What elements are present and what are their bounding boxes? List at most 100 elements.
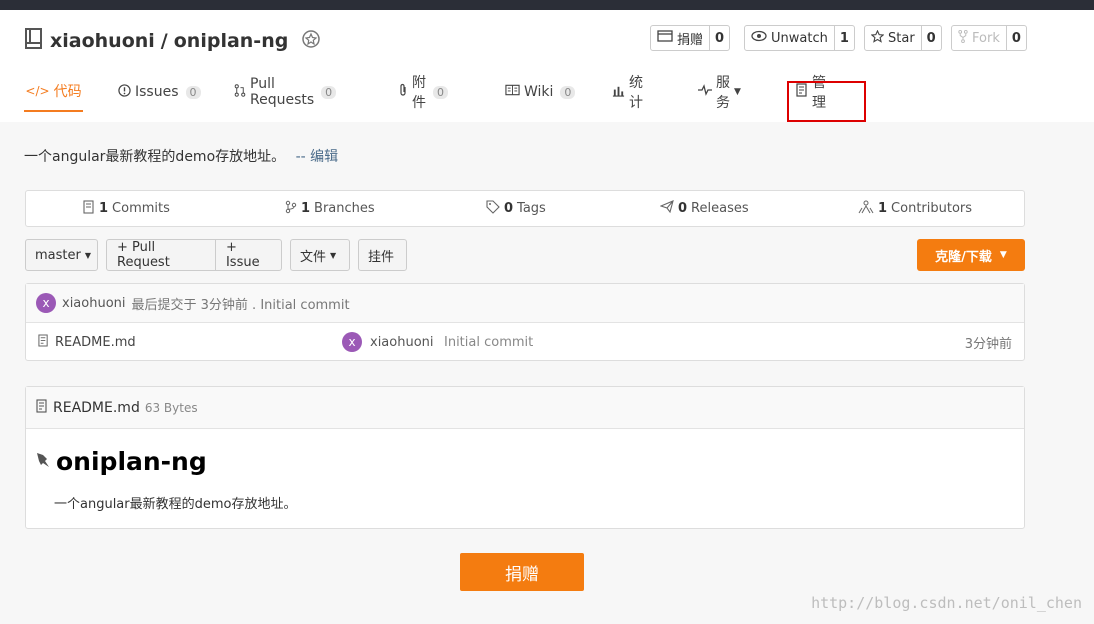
file-icon <box>36 398 48 417</box>
eye-icon <box>751 30 767 46</box>
repo-toolbar: master ▼ + Pull Request + Issue 文件 ▼ 挂件 … <box>25 239 1025 271</box>
clone-download-button[interactable]: 克隆/下载 ▼ <box>917 239 1025 271</box>
pulse-icon <box>698 84 712 100</box>
description-text: 一个angular最新教程的demo存放地址。 <box>24 149 286 165</box>
watch-label: Unwatch <box>771 30 828 46</box>
tab-issues-count: 0 <box>185 85 201 99</box>
commit-author[interactable]: xiaohuoni <box>62 296 126 311</box>
file-icon <box>38 333 49 351</box>
tab-wiki-label: Wiki <box>524 84 554 100</box>
tab-issues-label: Issues <box>135 84 179 100</box>
files-dropdown-label: 文件 <box>300 249 327 265</box>
branches-count: 1 <box>301 201 311 216</box>
tab-wiki[interactable]: Wiki 0 <box>505 72 576 112</box>
donate-action[interactable]: 捐赠 0 <box>650 25 731 51</box>
code-icon: </> <box>25 84 50 98</box>
donate-button[interactable]: 捐赠 <box>460 553 584 591</box>
file-author[interactable]: xiaohuoni <box>370 335 434 350</box>
fork-action[interactable]: Fork 0 <box>951 25 1027 51</box>
caret-down-icon: ▼ <box>999 250 1007 260</box>
pull-request-icon <box>234 83 246 101</box>
issue-icon <box>118 83 131 101</box>
readme-title: oniplan-ng <box>56 447 207 476</box>
avatar[interactable]: x <box>342 332 362 352</box>
contributors-count: 1 <box>878 201 888 216</box>
watch-action[interactable]: Unwatch 1 <box>744 25 855 51</box>
fork-label: Fork <box>972 30 1000 46</box>
readme-size: 63 Bytes <box>144 400 198 415</box>
tab-attachments-count: 0 <box>433 85 448 99</box>
branch-select[interactable]: master ▼ <box>25 239 98 271</box>
watermark: http://blog.csdn.net/onil_chen <box>811 594 1082 612</box>
caret-down-icon: ▼ <box>84 250 91 260</box>
readme-header: README.md 63 Bytes <box>26 387 1024 429</box>
watch-count[interactable]: 1 <box>835 26 854 50</box>
commits-label: Commits <box>112 201 170 216</box>
branch-icon <box>285 200 297 218</box>
stat-commits[interactable]: 1 Commits <box>83 191 170 226</box>
tab-code[interactable]: </> 代码 <box>24 72 83 112</box>
commit-icon <box>83 199 95 218</box>
new-pull-request-button[interactable]: + Pull Request <box>107 240 215 270</box>
stat-branches[interactable]: 1 Branches <box>285 191 375 226</box>
file-cell: README.md <box>38 323 136 361</box>
stat-contributors[interactable]: 1 Contributors <box>858 191 972 226</box>
repo-title: xiaohuoni / oniplan-ng <box>24 28 322 54</box>
readme-heading: oniplan-ng <box>34 447 207 476</box>
commits-count: 1 <box>99 201 109 216</box>
branch-select-label: master <box>35 247 81 263</box>
manage-tab-highlight <box>787 81 866 122</box>
stat-tags[interactable]: 0 Tags <box>486 191 546 226</box>
widget-button-label: 挂件 <box>368 249 395 265</box>
create-group: + Pull Request + Issue <box>106 239 282 271</box>
widget-button[interactable]: 挂件 <box>358 239 407 271</box>
table-row[interactable]: README.md x xiaohuoni Initial commit 3分钟… <box>26 323 1024 361</box>
tags-label: Tags <box>517 201 546 216</box>
tab-pull-requests[interactable]: Pull Requests 0 <box>234 72 337 112</box>
tab-stats-label: 统计 <box>629 75 643 111</box>
fork-count[interactable]: 0 <box>1007 26 1026 50</box>
contributors-icon <box>858 200 874 218</box>
releases-count: 0 <box>678 201 688 216</box>
tab-wiki-count: 0 <box>560 85 576 99</box>
paperclip-icon <box>398 83 408 101</box>
tab-services-label: 服务 <box>716 75 730 111</box>
repo-icon <box>24 28 44 54</box>
file-author-cell: x xiaohuoni <box>342 323 434 361</box>
tab-issues[interactable]: Issues 0 <box>118 72 201 112</box>
file-list: x xiaohuoni 最后提交于 3分钟前 . Initial commit … <box>25 283 1025 361</box>
recommend-badge-icon <box>300 28 322 54</box>
repo-owner[interactable]: xiaohuoni <box>50 30 155 52</box>
file-name-link[interactable]: README.md <box>55 335 136 350</box>
repo-separator: / <box>160 30 168 52</box>
stat-releases[interactable]: 0 Releases <box>659 191 749 226</box>
tab-attachments[interactable]: 附件 0 <box>398 72 448 112</box>
branches-label: Branches <box>314 201 375 216</box>
tab-stats[interactable]: 统计 <box>612 72 643 112</box>
edit-description-link[interactable]: -- 编辑 <box>296 149 339 165</box>
donate-count[interactable]: 0 <box>710 26 729 50</box>
star-label: Star <box>888 30 915 46</box>
file-commit-message[interactable]: Initial commit <box>444 323 533 361</box>
tab-services[interactable]: 服务 ▼ <box>698 72 741 112</box>
repo-description: 一个angular最新教程的demo存放地址。 -- 编辑 <box>24 146 338 166</box>
readme-body: 一个angular最新教程的demo存放地址。 <box>54 497 297 512</box>
star-count[interactable]: 0 <box>922 26 941 50</box>
clone-download-label: 克隆/下载 <box>935 249 992 265</box>
top-bar <box>0 0 1094 10</box>
files-dropdown[interactable]: 文件 ▼ <box>290 239 350 271</box>
caret-down-icon: ▼ <box>330 250 337 260</box>
commit-summary: 最后提交于 3分钟前 . Initial commit <box>131 297 350 313</box>
new-issue-button[interactable]: + Issue <box>214 240 281 270</box>
avatar[interactable]: x <box>36 293 56 313</box>
tab-code-label: 代码 <box>53 84 82 100</box>
star-icon <box>870 29 885 47</box>
repo-name[interactable]: oniplan-ng <box>174 30 289 52</box>
donate-icon <box>657 30 673 46</box>
bar-chart-icon <box>612 84 625 101</box>
book-icon <box>505 84 520 100</box>
fork-icon <box>958 29 968 47</box>
tags-count: 0 <box>504 201 514 216</box>
star-action[interactable]: Star 0 <box>864 25 942 51</box>
latest-commit-row: x xiaohuoni 最后提交于 3分钟前 . Initial commit <box>26 284 1024 323</box>
